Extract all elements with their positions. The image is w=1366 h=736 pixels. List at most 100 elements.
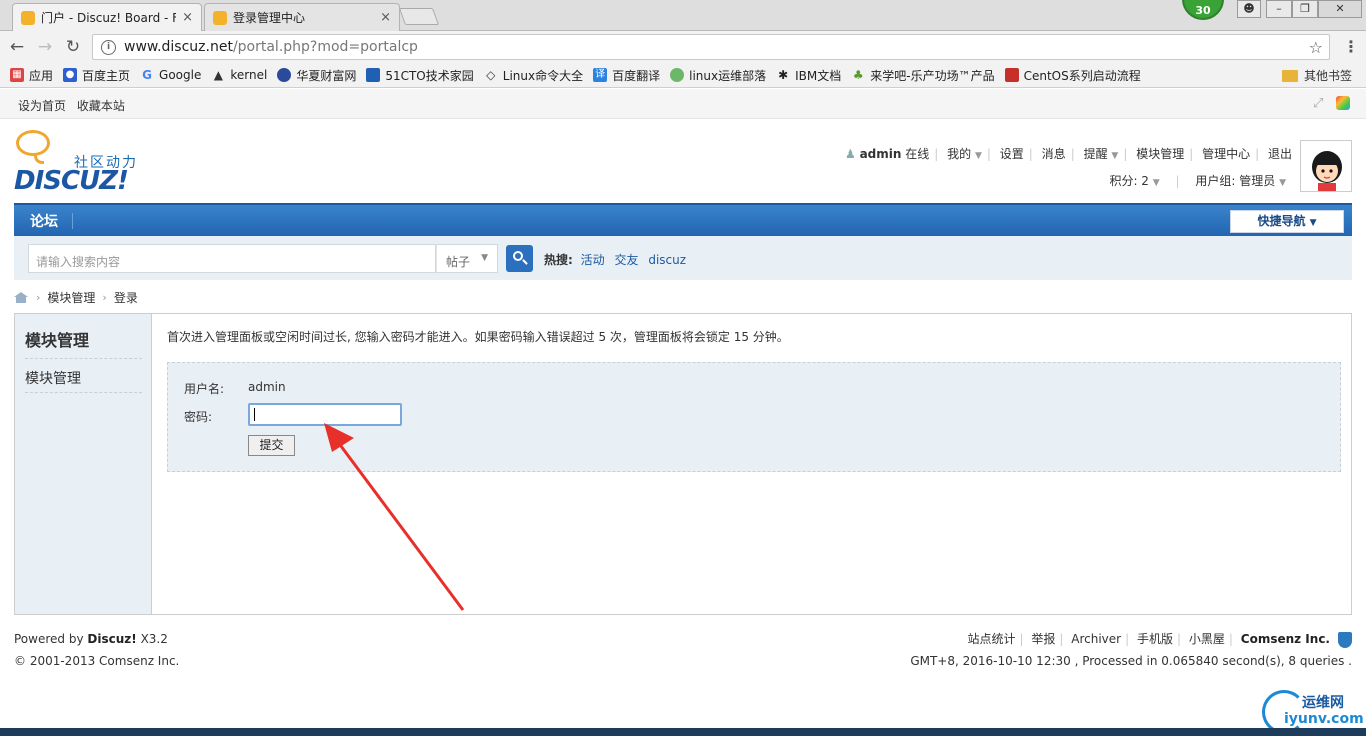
bookmark-label: 百度主页 (82, 68, 131, 83)
footer-right: 站点统计 | 举报 | Archiver | 手机版 | 小黑屋 | Comsenz In… (910, 628, 1352, 672)
quick-nav-button[interactable]: 快捷导航 ▼ (1230, 210, 1344, 233)
close-window-button[interactable]: ✕ (1318, 0, 1362, 18)
breadcrumb-login: 登录 (113, 291, 138, 305)
bookmark-huaxia[interactable]: 华夏财富网 (277, 67, 356, 84)
site-topbar: 设为首页 收藏本站 ⤢ (0, 89, 1366, 119)
my-link[interactable]: 我的 (947, 147, 971, 161)
url-text: www.discuz.net/portal.php?mod=portalcp (124, 39, 418, 55)
close-icon[interactable]: × (380, 10, 391, 25)
logout-link[interactable]: 退出 (1268, 147, 1292, 161)
bookmark-baidu[interactable]: ● 百度主页 (63, 67, 130, 84)
bookmark-label: 华夏财富网 (296, 68, 357, 83)
online-status[interactable]: 在线 (905, 147, 929, 161)
usergroup-link[interactable]: 用户组: 管理员 (1195, 174, 1275, 188)
bookmark-star-icon[interactable]: ☆ (1309, 38, 1323, 57)
product-link[interactable]: Discuz! (87, 632, 136, 646)
shield-icon[interactable] (1338, 631, 1352, 648)
processed-info: GMT+8, 2016-10-10 12:30 , Processed in 0… (910, 654, 1352, 668)
bookmark-ibm[interactable]: ✱ IBM文档 (776, 67, 841, 84)
sidebar-divider (25, 358, 142, 359)
bookmark-fanyi[interactable]: 译百度翻译 (593, 67, 660, 84)
login-notice: 首次进入管理面板或空闲时间过长, 您输入密码才能进入。如果密码输入错误超过 5 … (167, 330, 789, 344)
footer-left: Powered by Discuz! X3.2 © 2001-2013 Coms… (14, 628, 179, 672)
close-icon[interactable]: × (182, 10, 193, 25)
reload-icon[interactable]: ↻ (62, 36, 84, 58)
discuz-logo[interactable]: 社区动力 DISCUZ! (14, 128, 154, 198)
bookmark-51cto[interactable]: 51CTO技术家园 (366, 67, 474, 84)
folder-icon (1281, 69, 1298, 82)
add-favorite-link[interactable]: 收藏本站 (77, 99, 125, 113)
nav-forum[interactable]: 论坛 (30, 211, 58, 231)
bookmark-label: kernel (230, 68, 268, 82)
bookmark-kernel[interactable]: ▲ kernel (211, 68, 268, 82)
logo-bubble-icon (16, 130, 50, 156)
username-link[interactable]: admin (860, 147, 902, 161)
info-icon[interactable]: i (101, 39, 116, 55)
search-type-select[interactable]: 帖子 ▼ (436, 244, 498, 273)
hot-keyword[interactable]: discuz (648, 253, 686, 267)
bookmark-apps[interactable]: ▦ 应用 (10, 67, 53, 84)
address-bar[interactable]: i www.discuz.net/portal.php?mod=portalcp… (92, 34, 1330, 60)
sidebar-title: 模块管理 (25, 331, 90, 350)
tux-icon: ▲ (213, 68, 223, 82)
bookmark-centos[interactable]: CentOS系列启动流程 (1004, 67, 1141, 84)
footer-link-report[interactable]: 举报 (1031, 632, 1055, 646)
admin-center-link[interactable]: 管理中心 (1202, 147, 1250, 161)
minimize-button[interactable]: – (1266, 0, 1292, 18)
user-icon: ♟ (844, 147, 856, 161)
quick-nav-label: 快捷导航 (1257, 214, 1306, 228)
search-type-label: 帖子 (446, 255, 471, 269)
back-arrow-icon[interactable]: ← (6, 36, 28, 58)
footer-link-stats[interactable]: 站点统计 (967, 632, 1015, 646)
caret-down-icon: ▼ (974, 151, 982, 161)
chevron-right-icon: › (102, 291, 107, 304)
search-input[interactable]: 请输入搜索内容 (28, 244, 436, 273)
sidebar-item-module-manage[interactable]: 模块管理 (25, 368, 81, 388)
hot-search-label: 热搜: (544, 253, 573, 267)
avatar[interactable] (1300, 140, 1352, 192)
bookmark-other[interactable]: 其他书签 (1281, 67, 1352, 84)
user-menu: ♟ admin 在线 | 我的 ▼ | 设置 | 消息 | 提醒 ▼ | 模块管理 | 管理… (844, 147, 1292, 161)
red-annotation-arrow-icon (324, 423, 465, 611)
baidu-icon: ● (63, 68, 78, 82)
footer-link-archiver[interactable]: Archiver (1071, 632, 1121, 646)
bookmark-google[interactable]: G Google (140, 68, 201, 82)
submit-button[interactable]: 提交 (248, 435, 295, 456)
footer-link-blackroom[interactable]: 小黑屋 (1189, 632, 1225, 646)
restore-button[interactable]: ❐ (1292, 0, 1318, 18)
bookmark-linux-yunwei[interactable]: linux运维部落 (670, 67, 766, 84)
credits-link[interactable]: 积分: 2 (1109, 174, 1149, 188)
switch-width-icon[interactable]: ⤢ (1313, 96, 1327, 111)
forward-arrow-icon[interactable]: → (34, 36, 56, 58)
tab-portal[interactable]: 门户 - Discuz! Board - F × (12, 3, 202, 31)
google-icon: G (142, 68, 152, 82)
browser-toolbar: ← → ↻ i www.discuz.net/portal.php?mod=po… (0, 31, 1366, 63)
hot-keyword[interactable]: 交友 (614, 253, 638, 267)
logo-wordmark: DISCUZ! (14, 166, 129, 196)
reminders-link[interactable]: 提醒 (1084, 147, 1108, 161)
hot-keyword[interactable]: 活动 (581, 253, 605, 267)
module-manage-link[interactable]: 模块管理 (1136, 147, 1184, 161)
extension-badge[interactable]: 30 (1182, 0, 1224, 20)
menu-icon[interactable]: ⋮ (1343, 37, 1359, 56)
search-button[interactable] (506, 245, 533, 272)
bookmark-label: 来学吧-乐产功场™产品 (870, 68, 995, 83)
bookmark-label: 51CTO技术家园 (385, 68, 474, 83)
bookmark-linux-cmd[interactable]: ◇ Linux命令大全 (484, 67, 583, 84)
url-path: /portal.php?mod=portalcp (232, 39, 418, 55)
style-switch-icon[interactable] (1336, 96, 1350, 110)
settings-link[interactable]: 设置 (1000, 147, 1024, 161)
centos-icon (1004, 68, 1019, 82)
51cto-icon (366, 68, 381, 82)
breadcrumb-module-manage[interactable]: 模块管理 (47, 289, 95, 306)
company-link[interactable]: Comsenz Inc. (1241, 632, 1330, 646)
tab-admin-login[interactable]: 登录管理中心 × (204, 3, 400, 31)
messages-link[interactable]: 消息 (1042, 147, 1066, 161)
profile-icon[interactable]: ☻ (1237, 0, 1261, 18)
bookmark-laixueba[interactable]: ♣ 来学吧-乐产功场™产品 (851, 67, 995, 84)
home-icon[interactable] (14, 292, 28, 303)
content-panel: 模块管理 模块管理 首次进入管理面板或空闲时间过长, 您输入密码才能进入。如果密… (14, 313, 1352, 615)
footer-link-mobile[interactable]: 手机版 (1137, 632, 1173, 646)
new-tab-button[interactable] (398, 8, 440, 25)
set-homepage-link[interactable]: 设为首页 (18, 99, 66, 113)
